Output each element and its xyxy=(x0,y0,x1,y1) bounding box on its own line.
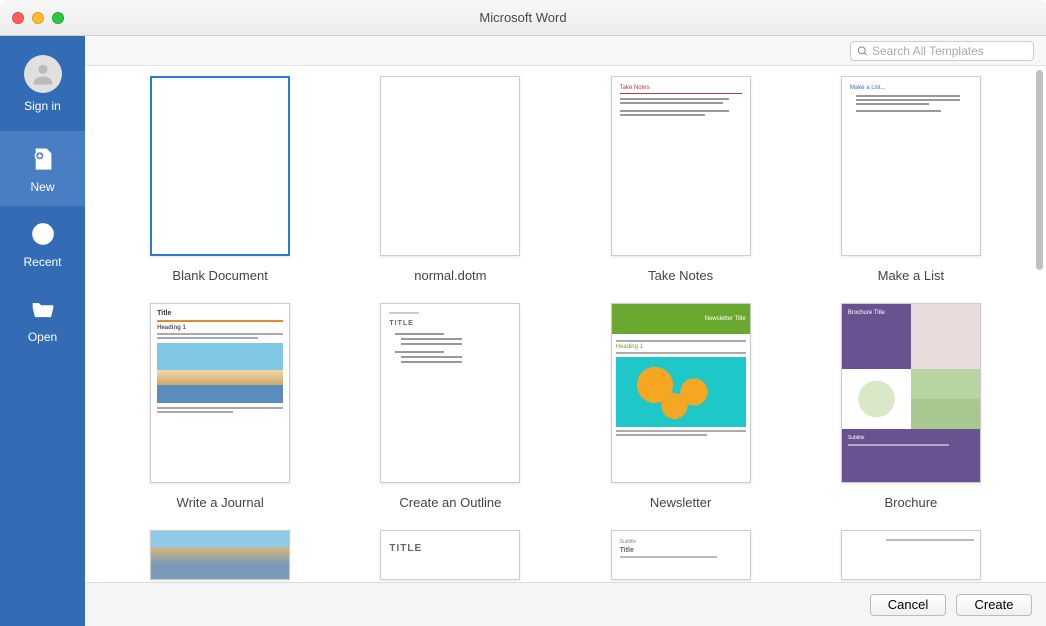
footer: Cancel Create xyxy=(85,582,1046,626)
zoom-window-button[interactable] xyxy=(52,12,64,24)
toolbar xyxy=(85,36,1046,66)
template-blank-document[interactable]: Blank Document xyxy=(115,76,325,283)
template-thumbnail: Make a List... xyxy=(841,76,981,256)
template-thumbnail: Take Notes xyxy=(611,76,751,256)
sidebar-signin-label: Sign in xyxy=(24,99,61,113)
search-box[interactable] xyxy=(850,41,1034,61)
template-write-a-journal[interactable]: Title Heading 1 Write a Journal xyxy=(115,303,325,510)
template-newsletter[interactable]: Newsletter Title Heading 1 Newsletter xyxy=(576,303,786,510)
sidebar: Sign in New Recent Open xyxy=(0,36,85,626)
titlebar: Microsoft Word xyxy=(0,0,1046,36)
template-thumbnail: Brochure Title Subtitle xyxy=(841,303,981,483)
template-thumbnail: TITLE xyxy=(380,303,520,483)
folder-open-icon xyxy=(28,294,58,324)
template-label: Newsletter xyxy=(650,495,711,510)
sidebar-recent-label: Recent xyxy=(23,255,61,269)
close-window-button[interactable] xyxy=(12,12,24,24)
avatar-icon xyxy=(24,55,62,93)
template-thumbnail: TITLE xyxy=(380,530,520,580)
template-partial-3[interactable]: Subtitle Title xyxy=(576,530,786,580)
template-brochure[interactable]: Brochure Title Subtitle Brochure xyxy=(806,303,1016,510)
template-thumbnail: Subtitle Title xyxy=(611,530,751,580)
template-make-a-list[interactable]: Make a List... Make a List xyxy=(806,76,1016,283)
template-thumbnail: Newsletter Title Heading 1 xyxy=(611,303,751,483)
template-partial-4[interactable] xyxy=(806,530,1016,580)
template-thumbnail xyxy=(150,76,290,256)
search-input[interactable] xyxy=(872,44,1027,58)
window-title: Microsoft Word xyxy=(85,10,1046,25)
template-thumbnail xyxy=(150,530,290,580)
sidebar-new-label: New xyxy=(30,180,54,194)
template-label: Brochure xyxy=(885,495,938,510)
template-take-notes[interactable]: Take Notes Take Notes xyxy=(576,76,786,283)
window-controls xyxy=(0,12,85,24)
sidebar-signin[interactable]: Sign in xyxy=(0,36,85,131)
scrollbar-thumb[interactable] xyxy=(1036,70,1043,270)
minimize-window-button[interactable] xyxy=(32,12,44,24)
sidebar-open[interactable]: Open xyxy=(0,281,85,356)
template-normal-dotm[interactable]: normal.dotm xyxy=(345,76,555,283)
template-partial-2[interactable]: TITLE xyxy=(345,530,555,580)
new-document-icon xyxy=(28,144,58,174)
template-create-an-outline[interactable]: TITLE Create an Outline xyxy=(345,303,555,510)
template-label: Make a List xyxy=(878,268,944,283)
sidebar-open-label: Open xyxy=(28,330,57,344)
create-button[interactable]: Create xyxy=(956,594,1032,616)
sidebar-new[interactable]: New xyxy=(0,131,85,206)
template-gallery[interactable]: Blank Document normal.dotm Take Notes Ta… xyxy=(85,66,1046,582)
template-label: Take Notes xyxy=(648,268,713,283)
template-partial-1[interactable] xyxy=(115,530,325,580)
template-thumbnail xyxy=(380,76,520,256)
search-icon xyxy=(857,45,868,57)
scrollbar[interactable] xyxy=(1036,70,1044,545)
template-thumbnail: Title Heading 1 xyxy=(150,303,290,483)
template-label: Blank Document xyxy=(172,268,267,283)
template-thumbnail xyxy=(841,530,981,580)
sidebar-recent[interactable]: Recent xyxy=(0,206,85,281)
clock-icon xyxy=(28,219,58,249)
template-label: Write a Journal xyxy=(177,495,264,510)
template-label: normal.dotm xyxy=(414,268,486,283)
cancel-button[interactable]: Cancel xyxy=(870,594,946,616)
template-label: Create an Outline xyxy=(399,495,501,510)
